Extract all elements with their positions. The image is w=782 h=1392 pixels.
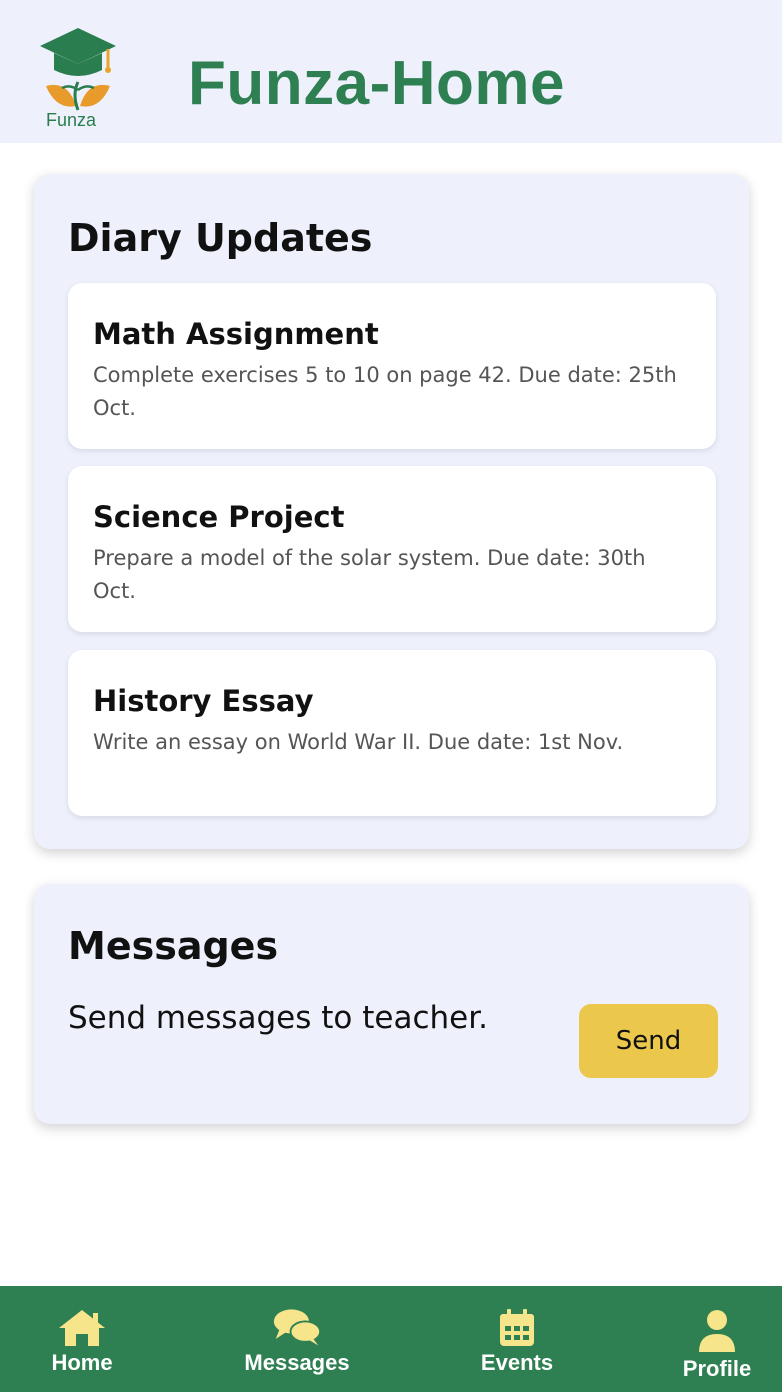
calendar-icon (492, 1306, 542, 1348)
nav-item-home[interactable]: Home (40, 1286, 124, 1392)
user-icon (692, 1306, 742, 1354)
bottom-nav: Home Messages Events Profile (0, 1286, 782, 1392)
send-button[interactable]: Send (579, 1004, 718, 1078)
diary-updates-title: Diary Updates (68, 216, 373, 260)
nav-label-events: Events (480, 1350, 554, 1375)
diary-entry-title: History Essay (93, 684, 314, 718)
nav-label-profile: Profile (682, 1356, 752, 1381)
nav-item-messages[interactable]: Messages (230, 1286, 364, 1392)
nav-label-messages: Messages (244, 1350, 350, 1375)
messages-panel: Messages Send messages to teacher. Send (34, 884, 749, 1124)
diary-updates-panel: Diary Updates Math Assignment Complete e… (34, 174, 749, 849)
chat-bubbles-icon (272, 1306, 322, 1348)
messages-title: Messages (68, 924, 279, 968)
diary-entry-description: Prepare a model of the solar system. Due… (93, 546, 646, 603)
app-header: Funza Funza-Home (0, 0, 782, 143)
diary-entry-title: Math Assignment (93, 317, 379, 351)
logo-text: Funza (46, 110, 97, 130)
diary-entry-description: Write an essay on World War II. Due date… (93, 730, 624, 754)
messages-description: Send messages to teacher. (68, 1000, 488, 1036)
diary-entry-description: Complete exercises 5 to 10 on page 42. D… (93, 363, 677, 420)
nav-item-events[interactable]: Events (470, 1286, 564, 1392)
diary-entry-math[interactable]: Math Assignment Complete exercises 5 to … (68, 283, 716, 449)
diary-entry-history[interactable]: History Essay Write an essay on World Wa… (68, 650, 716, 816)
page-title: Funza-Home (188, 49, 565, 118)
nav-label-home: Home (51, 1350, 113, 1375)
diary-entry-science[interactable]: Science Project Prepare a model of the s… (68, 466, 716, 632)
home-icon (57, 1306, 107, 1348)
diary-entry-title: Science Project (93, 500, 345, 534)
nav-item-profile[interactable]: Profile (672, 1286, 762, 1392)
app-root: Funza Funza-Home Diary Updates Math Assi… (0, 0, 782, 1392)
